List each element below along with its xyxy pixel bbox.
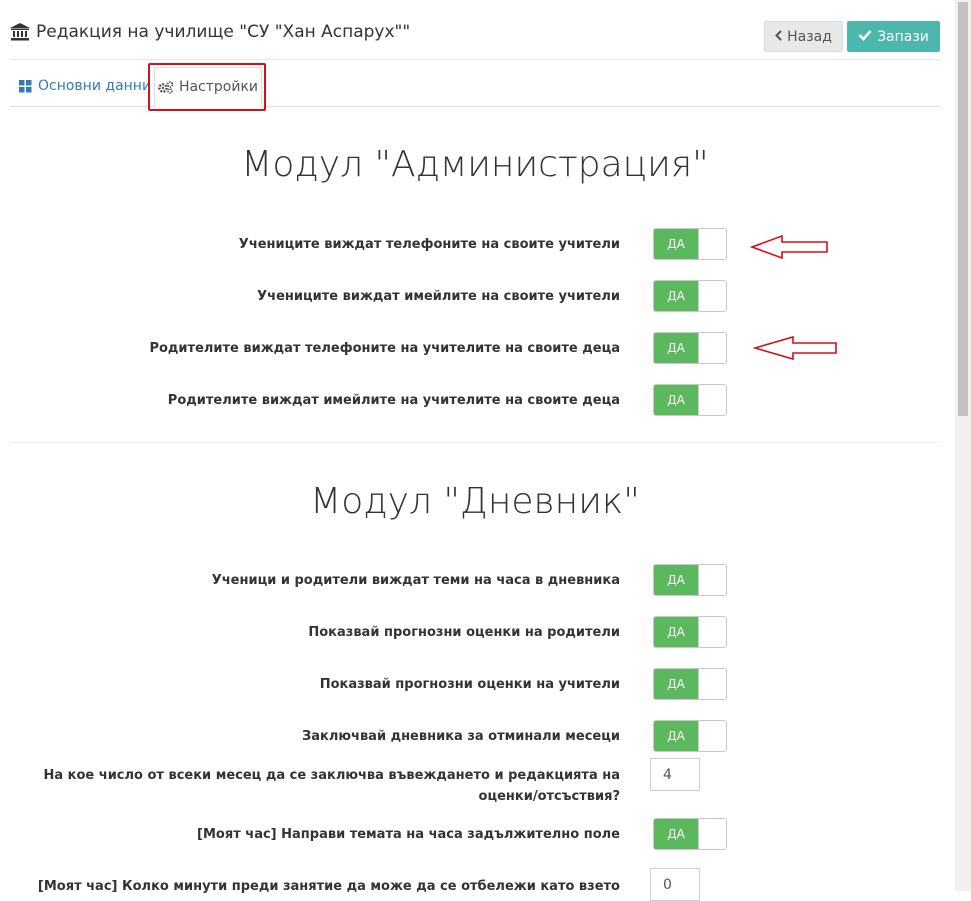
setting-toggle[interactable]: ДА (653, 564, 727, 596)
toggle-knob (698, 819, 726, 849)
back-button[interactable]: Назад (764, 21, 843, 52)
annotation-arrow-icon (750, 234, 828, 260)
toggle-on-label: ДА (654, 617, 698, 647)
tab-highlight-box (148, 63, 266, 111)
scrollbar[interactable] (955, 0, 971, 891)
module-diary-title: Модул "Дневник" (310, 481, 640, 522)
tab-basic-data[interactable]: Основни данни (19, 78, 151, 94)
setting-label: Родителите виждат телефоните на учителит… (149, 341, 620, 356)
toggle-knob (698, 617, 726, 647)
save-button[interactable]: Запази (847, 21, 940, 52)
setting-toggle[interactable]: ДА (653, 616, 727, 648)
setting-toggle[interactable]: ДА (653, 668, 727, 700)
annotation-arrow-icon (753, 335, 837, 361)
toggle-on-label: ДА (654, 669, 698, 699)
dashboard-icon (19, 79, 32, 92)
toggle-on-label: ДА (654, 721, 698, 751)
toggle-knob (698, 565, 726, 595)
toggle-on-label: ДА (654, 565, 698, 595)
setting-label: Учениците виждат телефоните на своите уч… (238, 237, 620, 252)
lock-day-input[interactable] (650, 758, 700, 791)
minutes-before-input[interactable] (650, 868, 700, 901)
toggle-knob (698, 333, 726, 363)
setting-toggle[interactable]: ДА (653, 818, 727, 850)
setting-label: Заключвай дневника за отминали месеци (302, 729, 620, 744)
bank-icon (10, 23, 30, 41)
page-title: Редакция на училище "СУ "Хан Аспарух"" (36, 22, 411, 42)
setting-toggle[interactable]: ДА (653, 720, 727, 752)
setting-label: Учениците виждат имейлите на своите учит… (257, 289, 620, 304)
toggle-knob (698, 229, 726, 259)
tab-basic-data-label: Основни данни (38, 78, 152, 94)
setting-label: Родителите виждат имейлите на учителите … (167, 393, 620, 408)
setting-label: Показвай прогнозни оценки на учители (319, 677, 620, 692)
module-administration-title: Модул "Администрация" (241, 144, 709, 185)
toggle-knob (698, 385, 726, 415)
toggle-on-label: ДА (654, 819, 698, 849)
setting-label: Показвай прогнозни оценки на родители (308, 625, 620, 640)
setting-toggle[interactable]: ДА (653, 384, 727, 416)
setting-label: Ученици и родители виждат теми на часа в… (211, 573, 620, 588)
header-divider (10, 59, 940, 60)
setting-toggle[interactable]: ДА (653, 280, 727, 312)
setting-toggle[interactable]: ДА (653, 332, 727, 364)
toggle-on-label: ДА (654, 229, 698, 259)
toggle-knob (698, 669, 726, 699)
toggle-knob (698, 281, 726, 311)
back-button-label: Назад (787, 28, 832, 45)
save-button-label: Запази (877, 28, 929, 45)
check-icon (858, 29, 872, 45)
toggle-on-label: ДА (654, 281, 698, 311)
toggle-on-label: ДА (654, 333, 698, 363)
toggle-on-label: ДА (654, 385, 698, 415)
section-divider (10, 442, 940, 443)
setting-toggle[interactable]: ДА (653, 228, 727, 260)
setting-label: На кое число от всеки месец да се заключ… (43, 768, 621, 804)
scrollbar-thumb[interactable] (958, 2, 968, 416)
setting-label: [Моят час] Направи темата на часа задълж… (197, 827, 620, 842)
page-header: Редакция на училище "СУ "Хан Аспарух"" (10, 22, 410, 42)
toggle-knob (698, 721, 726, 751)
setting-label: [Моят час] Колко минути преди занятие да… (37, 879, 620, 894)
chevron-left-icon (775, 29, 782, 45)
